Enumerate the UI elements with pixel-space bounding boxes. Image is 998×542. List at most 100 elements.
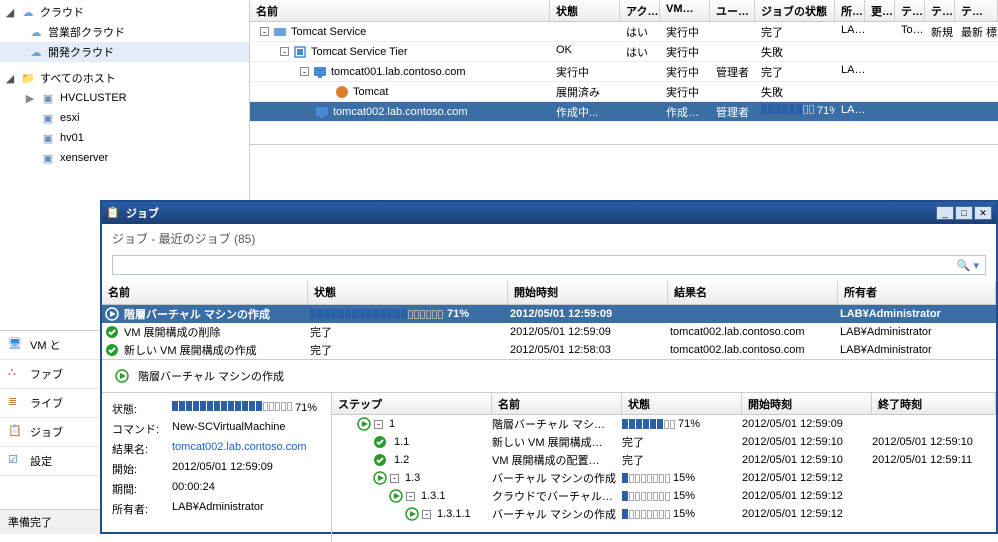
nav-cloud-root[interactable]: ◢ ☁ クラウド <box>0 2 249 22</box>
ok-icon <box>372 452 388 468</box>
nav-label: HVCLUSTER <box>60 92 245 104</box>
close-button[interactable]: ✕ <box>974 206 992 220</box>
step-name: 新しい VM 展開構成… <box>492 434 622 450</box>
cloud-icon: ☁ <box>20 4 36 20</box>
window-title: ジョブ <box>126 205 159 221</box>
col-header[interactable]: テ… <box>895 0 925 21</box>
job-row[interactable]: 階層バーチャル マシンの作成 71%2012/05/01 12:59:09LAB… <box>102 305 996 323</box>
step-state: 71% <box>622 418 742 430</box>
step-start: 2012/05/01 12:59:12 <box>742 490 872 502</box>
ok-icon <box>372 434 388 450</box>
grid-row[interactable]: -Tomcat Service TierOKはい実行中失敗 <box>250 42 998 62</box>
step-row[interactable]: -1.3.1クラウドでバーチャル… 15%2012/05/01 12:59:12 <box>332 487 996 505</box>
jobs-search-input[interactable]: 🔍 ▾ <box>112 255 986 275</box>
row-name: Tomcat <box>353 86 388 98</box>
row-name: tomcat001.lab.contoso.com <box>331 66 466 78</box>
nav-fabric[interactable]: ⛬ ファブ <box>0 360 100 389</box>
job-state: 完了 <box>310 324 510 340</box>
play-icon <box>388 488 404 504</box>
nav-label: VM と <box>30 337 61 353</box>
play-icon <box>114 368 130 384</box>
tree-toggle-icon[interactable]: - <box>280 47 289 56</box>
nav-cloud-dev[interactable]: ☁ 開発クラウド <box>0 42 249 62</box>
col-header-state[interactable]: 状態 <box>308 281 508 304</box>
tree-toggle-icon[interactable]: - <box>300 67 309 76</box>
col-header-act[interactable]: アク… <box>620 0 660 21</box>
col-header-name[interactable]: 名前 <box>102 281 308 304</box>
nav-host[interactable]: ▣ xenserver <box>0 148 249 168</box>
nav-host[interactable]: ▣ hv01 <box>0 128 249 148</box>
jobs-icon: 📋 <box>8 424 24 440</box>
row-user: 管理者 <box>710 102 755 121</box>
play-icon <box>404 506 420 522</box>
step-row[interactable]: -1階層バーチャル マシ… 71%2012/05/01 12:59:09 <box>332 415 996 433</box>
tree-toggle-icon[interactable]: ◢ <box>4 6 16 19</box>
nav-label: クラウド <box>40 4 245 20</box>
minimize-button[interactable]: _ <box>936 206 954 220</box>
step-num: 1.1 <box>390 436 409 448</box>
row-state <box>550 22 620 41</box>
col-header[interactable]: 更… <box>865 0 895 21</box>
col-header-user[interactable]: ユー… <box>710 0 755 21</box>
col-header-name[interactable]: 名前 <box>250 0 550 21</box>
job-row[interactable]: VM 展開構成の削除完了2012/05/01 12:59:09tomcat002… <box>102 323 996 341</box>
grid-row[interactable]: Tomcat展開済み実行中失敗 <box>250 82 998 102</box>
step-row[interactable]: 1.2VM 展開構成の配置…完了2012/05/01 12:59:102012/… <box>332 451 996 469</box>
col-header[interactable]: テ… <box>925 0 955 21</box>
nav-cloud-sales[interactable]: ☁ 営業部クラウド <box>0 22 249 42</box>
titlebar[interactable]: 📋 ジョブ _ □ ✕ <box>102 202 996 224</box>
jobs-window: 📋 ジョブ _ □ ✕ ジョブ - 最近のジョブ (85) 🔍 ▾ 名前 状態 … <box>100 200 998 534</box>
maximize-button[interactable]: □ <box>955 206 973 220</box>
step-state: 完了 <box>622 452 742 468</box>
detail-state-value: 71% <box>172 401 321 417</box>
nav-settings[interactable]: ☑ 設定 <box>0 447 100 476</box>
nav-hosts-root[interactable]: ◢ 📁 すべてのホスト <box>0 68 249 88</box>
col-header-owner[interactable]: 所有者 <box>838 281 996 304</box>
nav-host[interactable]: ▣ esxi <box>0 108 249 128</box>
step-col-header[interactable]: 状態 <box>622 393 742 414</box>
tree-toggle-icon[interactable]: - <box>422 510 431 519</box>
ok-icon <box>104 342 120 358</box>
step-num: 1.3 <box>401 472 420 484</box>
step-col-header[interactable]: 終了時刻 <box>872 393 996 414</box>
col-header-vm[interactable]: VM… <box>660 0 710 21</box>
step-state: 15% <box>622 508 742 520</box>
cloud-icon: ☁ <box>28 44 44 60</box>
col-header-job[interactable]: ジョブの状態 <box>755 0 835 21</box>
step-row[interactable]: -1.3.1.1バーチャル マシンの作成 15%2012/05/01 12:59… <box>332 505 996 523</box>
vm-icon <box>313 65 327 79</box>
tree-toggle-icon[interactable]: - <box>260 27 269 36</box>
nav-host[interactable]: ▶ ▣ HVCLUSTER <box>0 88 249 108</box>
step-row[interactable]: 1.1新しい VM 展開構成…完了2012/05/01 12:59:102012… <box>332 433 996 451</box>
step-col-header[interactable]: 開始時刻 <box>742 393 872 414</box>
job-row[interactable]: 新しい VM 展開構成の作成完了2012/05/01 12:58:03tomca… <box>102 341 996 359</box>
tree-toggle-icon[interactable]: - <box>390 474 399 483</box>
col-header[interactable]: 所… <box>835 0 865 21</box>
job-result: tomcat002.lab.contoso.com <box>670 344 840 356</box>
tree-toggle-icon[interactable]: ◢ <box>4 72 16 85</box>
detail-result-label: 結果名: <box>112 441 172 457</box>
tree-toggle-icon[interactable]: ▶ <box>24 92 36 105</box>
col-header-result[interactable]: 結果名 <box>668 281 838 304</box>
detail-start-value: 2012/05/01 12:59:09 <box>172 461 321 477</box>
detail-result-link[interactable]: tomcat002.lab.contoso.com <box>172 441 321 457</box>
job-detail-title: 階層バーチャル マシンの作成 <box>138 368 284 384</box>
grid-row[interactable]: tomcat002.lab.contoso.com作成中...作成…管理者 71… <box>250 102 998 122</box>
step-col-header[interactable]: ステップ <box>332 393 492 414</box>
job-state: 71% <box>310 308 510 320</box>
nav-vm[interactable]: 🖥 VM と <box>0 331 100 360</box>
col-header-state[interactable]: 状態 <box>550 0 620 21</box>
grid-row[interactable]: -tomcat001.lab.contoso.com実行中実行中管理者完了LA… <box>250 62 998 82</box>
nav-jobs[interactable]: 📋 ジョブ <box>0 418 100 447</box>
grid-row[interactable]: -Tomcat Serviceはい実行中完了LA…To…新規最新 標 <box>250 22 998 42</box>
nav-library[interactable]: ≣ ライブ <box>0 389 100 418</box>
tree-toggle-icon[interactable]: - <box>374 420 383 429</box>
col-header-start[interactable]: 開始時刻 <box>508 281 668 304</box>
row-job: 失敗 <box>755 42 835 61</box>
detail-start-label: 開始: <box>112 461 172 477</box>
tree-toggle-icon[interactable]: - <box>406 492 415 501</box>
upper-grid: 名前 状態 アク… VM… ユー… ジョブの状態 所… 更… テ… テ… テ… … <box>250 0 998 145</box>
step-col-header[interactable]: 名前 <box>492 393 622 414</box>
step-row[interactable]: -1.3バーチャル マシンの作成 15%2012/05/01 12:59:12 <box>332 469 996 487</box>
col-header[interactable]: テ… <box>955 0 998 21</box>
